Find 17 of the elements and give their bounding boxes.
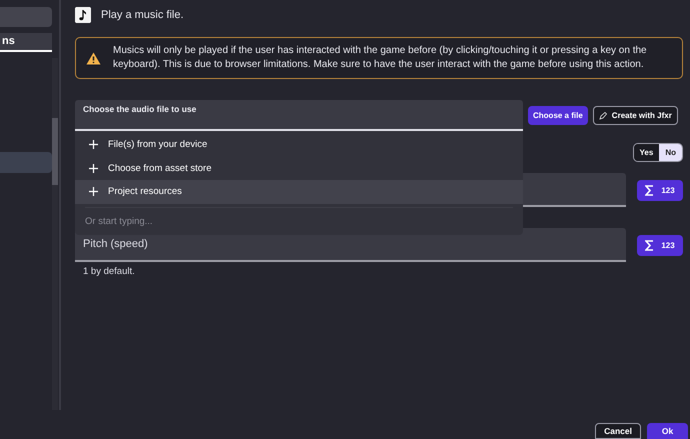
toggle-option[interactable]: Yes bbox=[634, 144, 660, 161]
warning-text: Musics will only be played if the user has interacted with the game before (by clicking/touching it or pressing a key on the keyboard). This is due to browser limitations. Make sure to have the user interact with the game before using this action. bbox=[113, 44, 648, 72]
audio-file-field[interactable]: Choose the audio file to use bbox=[75, 100, 523, 131]
toggle-option[interactable]: No bbox=[659, 144, 682, 161]
cancel-button[interactable]: Cancel bbox=[595, 423, 641, 439]
expression-button[interactable]: 123 bbox=[637, 180, 683, 200]
choose-file-button[interactable]: Choose a file bbox=[528, 106, 588, 125]
expression-button[interactable]: 123 bbox=[637, 234, 683, 256]
menu-item[interactable]: File(s) from your device bbox=[75, 133, 523, 156]
create-button[interactable]: Create with Jfxr bbox=[592, 106, 678, 125]
search-placeholder[interactable]: Or start typing... bbox=[75, 208, 523, 230]
menu-item[interactable]: Project resources bbox=[75, 180, 523, 204]
sidebar-tab[interactable]: ns bbox=[0, 33, 52, 52]
ok-button[interactable]: Ok bbox=[647, 423, 688, 439]
action-title: Play a music file. bbox=[101, 9, 184, 21]
help-text: 1 by default. bbox=[82, 266, 136, 277]
menu-item[interactable]: Choose from asset store bbox=[75, 156, 523, 180]
